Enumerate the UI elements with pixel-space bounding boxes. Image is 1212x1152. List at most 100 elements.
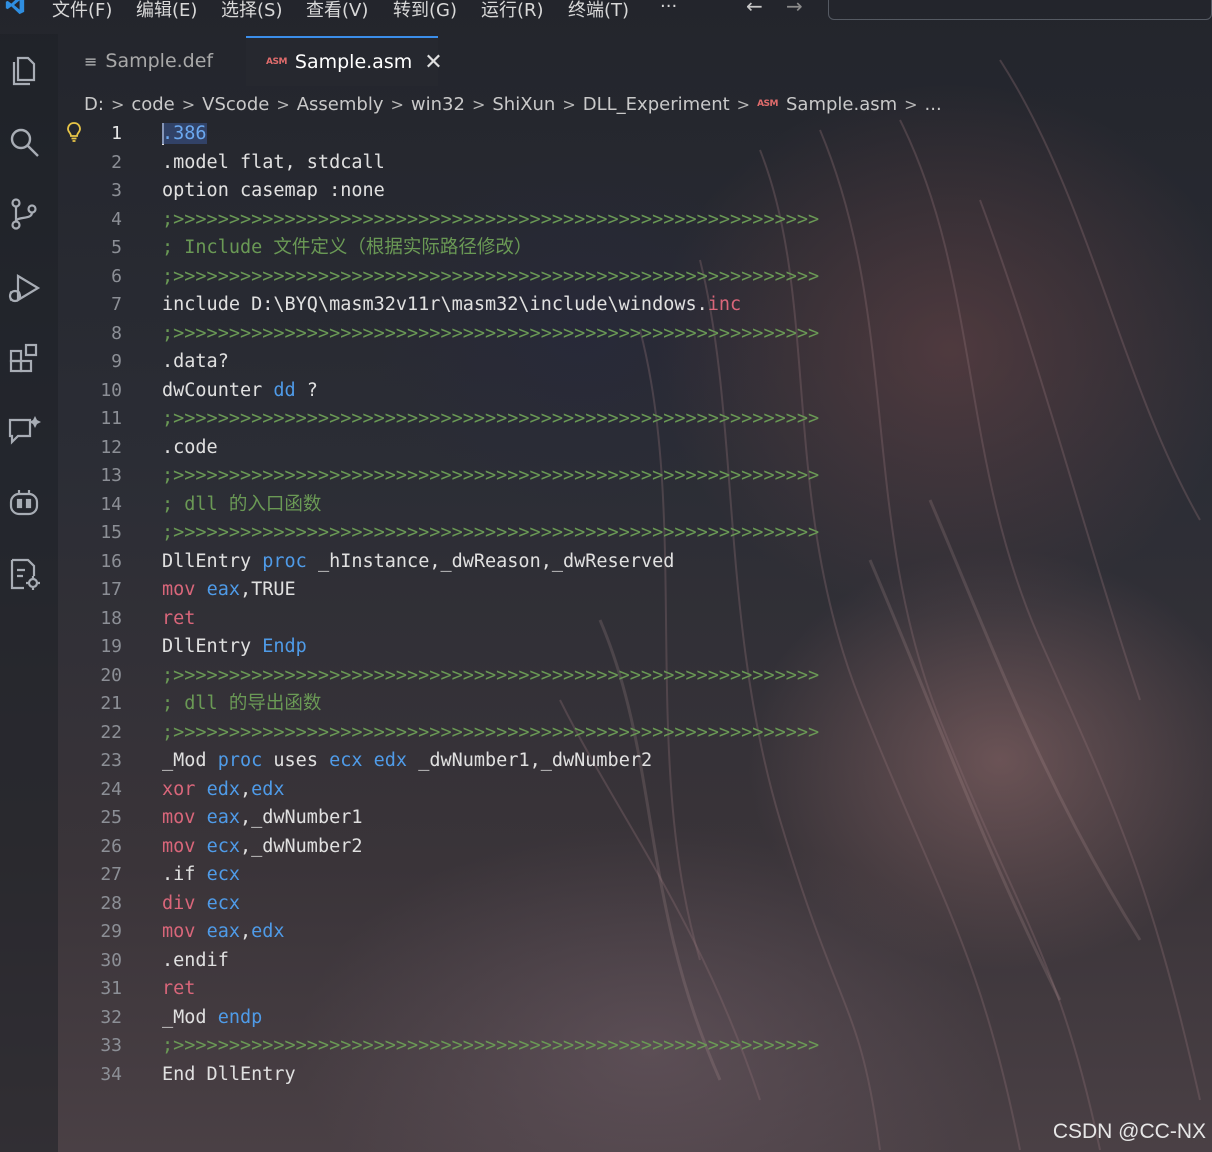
code-line[interactable]: 15 ;>>>>>>>>>>>>>>>>>>>>>>>>>>>>>>>>>>>>>… — [58, 519, 1212, 548]
code-token: DllEntry — [162, 550, 263, 572]
code-line[interactable]: 8 ;>>>>>>>>>>>>>>>>>>>>>>>>>>>>>>>>>>>>>>… — [58, 320, 1212, 349]
line-number: 29 — [100, 921, 122, 942]
menu-edit[interactable]: 编辑(E) — [136, 0, 197, 22]
code-line[interactable]: 33 ;>>>>>>>>>>>>>>>>>>>>>>>>>>>>>>>>>>>>>… — [58, 1032, 1212, 1061]
remote-settings-icon[interactable] — [6, 556, 42, 592]
code-text: .endif — [162, 947, 229, 976]
code-line[interactable]: 34 End DllEntry — [58, 1061, 1212, 1090]
line-number: 24 — [100, 778, 122, 800]
code-token: .386 — [162, 123, 207, 144]
code-line[interactable]: 1 .386 — [58, 120, 1212, 149]
code-line[interactable]: 5 ; Include 文件定义（根据实际路径修改） — [58, 234, 1212, 263]
code-token: ;>>>>>>>>>>>>>>>>>>>>>>>>>>>>>>>>>>>>>>>… — [162, 465, 820, 486]
menu-view[interactable]: 查看(V) — [306, 0, 368, 22]
code-text: DllEntry proc _hInstance,_dwReason,_dwRe… — [162, 548, 674, 577]
back-arrow-icon[interactable]: ← — [746, 0, 763, 18]
code-line[interactable]: 17 mov eax,TRUE — [58, 576, 1212, 605]
menu-more[interactable]: ··· — [660, 0, 677, 17]
code-token: ;>>>>>>>>>>>>>>>>>>>>>>>>>>>>>>>>>>>>>>>… — [162, 265, 820, 287]
breadcrumb-item[interactable]: D: — [84, 94, 104, 115]
code-line[interactable]: 21 ; dll 的导出函数 — [58, 690, 1212, 719]
code-text: ;>>>>>>>>>>>>>>>>>>>>>>>>>>>>>>>>>>>>>>>… — [162, 320, 819, 349]
code-line[interactable]: 23 _Mod proc uses ecx edx _dwNumber1,_dwN… — [58, 747, 1212, 776]
breadcrumb-item[interactable]: code — [131, 94, 174, 115]
command-center-search[interactable] — [828, 0, 1212, 20]
source-control-icon[interactable] — [6, 196, 42, 232]
breadcrumb-item[interactable]: Assembly — [297, 94, 384, 115]
chevron-right-icon: > — [390, 94, 404, 114]
chevron-right-icon: > — [110, 94, 125, 114]
code-line[interactable]: 32 _Mod endp — [58, 1004, 1212, 1033]
code-line[interactable]: 2 .model flat, stdcall — [58, 149, 1212, 178]
menu-terminal[interactable]: 终端(T) — [568, 0, 629, 22]
menu-go[interactable]: 转到(G) — [393, 0, 457, 22]
code-line[interactable]: 9 .data? — [58, 348, 1212, 377]
code-token: ecx — [329, 750, 363, 771]
code-editor[interactable]: 1 .386 2 .model flat, stdcall 3 option casema… — [58, 120, 1212, 1152]
menu-run[interactable]: 运行(R) — [481, 0, 544, 22]
code-line[interactable]: 20 ;>>>>>>>>>>>>>>>>>>>>>>>>>>>>>>>>>>>>>… — [58, 662, 1212, 691]
extensions-icon[interactable] — [6, 340, 42, 376]
chevron-right-icon: > — [181, 94, 196, 114]
line-number: 16 — [100, 550, 122, 572]
code-token: proc — [262, 550, 307, 572]
code-line[interactable]: 30 .endif — [58, 947, 1212, 976]
code-line[interactable]: 29 mov eax,edx — [58, 918, 1212, 947]
code-line[interactable]: 31 ret — [58, 975, 1212, 1004]
code-line[interactable]: 6 ;>>>>>>>>>>>>>>>>>>>>>>>>>>>>>>>>>>>>>>… — [58, 263, 1212, 292]
code-text: ;>>>>>>>>>>>>>>>>>>>>>>>>>>>>>>>>>>>>>>>… — [162, 719, 819, 748]
code-token: _Mod — [162, 750, 218, 771]
code-line[interactable]: 26 mov ecx,_dwNumber2 — [58, 833, 1212, 862]
code-line[interactable]: 4 ;>>>>>>>>>>>>>>>>>>>>>>>>>>>>>>>>>>>>>>… — [58, 206, 1212, 235]
code-text: mov ecx,_dwNumber2 — [162, 833, 363, 862]
line-number: 7 — [111, 294, 122, 315]
breadcrumb-item[interactable]: ... — [925, 94, 942, 115]
breadcrumb-item[interactable]: DLL_Experiment — [583, 94, 730, 115]
chat-icon[interactable] — [6, 412, 42, 448]
breadcrumb-item[interactable]: win32 — [411, 94, 465, 115]
code-token: ret — [162, 607, 196, 629]
breadcrumb-item[interactable]: ShiXun — [492, 94, 555, 115]
line-number: 10 — [100, 379, 122, 401]
close-icon[interactable]: ✕ — [424, 50, 442, 75]
run-debug-icon[interactable] — [6, 270, 42, 306]
code-line[interactable]: 3 option casemap :none — [58, 177, 1212, 206]
search-icon[interactable] — [6, 124, 42, 160]
vscode-logo-icon — [5, 0, 25, 15]
code-line[interactable]: 14 ; dll 的入口函数 — [58, 491, 1212, 520]
copilot-icon[interactable] — [6, 484, 42, 520]
code-line[interactable]: 7 include D:\BYQ\masm32v11r\masm32\includ… — [58, 291, 1212, 320]
code-line[interactable]: 25 mov eax,_dwNumber1 — [58, 804, 1212, 833]
code-line[interactable]: 10 dwCounter dd ? — [58, 377, 1212, 406]
tab-sample-def[interactable]: ≡ Sample.def — [84, 36, 244, 86]
forward-arrow-icon[interactable]: → — [786, 0, 803, 18]
tab-sample-asm[interactable]: ASM Sample.asm ✕ — [246, 36, 443, 86]
code-line[interactable]: 28 div ecx — [58, 890, 1212, 919]
explorer-icon[interactable] — [6, 52, 42, 88]
code-text: option casemap :none — [162, 177, 385, 206]
code-line[interactable]: 16 DllEntry proc _hInstance,_dwReason,_dw… — [58, 548, 1212, 577]
code-text: mov eax,TRUE — [162, 576, 296, 605]
code-line[interactable]: 19 DllEntry Endp — [58, 633, 1212, 662]
code-token: dwCounter — [162, 379, 274, 401]
breadcrumb-item[interactable]: Sample.asm — [786, 94, 897, 115]
line-number: 21 — [100, 693, 122, 714]
code-line[interactable]: 27 .if ecx — [58, 861, 1212, 890]
code-line[interactable]: 24 xor edx,edx — [58, 776, 1212, 805]
code-text: div ecx — [162, 890, 240, 919]
breadcrumb-item[interactable]: VScode — [202, 94, 269, 115]
code-line[interactable]: 13 ;>>>>>>>>>>>>>>>>>>>>>>>>>>>>>>>>>>>>>… — [58, 462, 1212, 491]
line-number: 2 — [111, 151, 122, 173]
code-text: End DllEntry — [162, 1061, 296, 1090]
menu-file[interactable]: 文件(F) — [52, 0, 112, 22]
code-line[interactable]: 18 ret — [58, 605, 1212, 634]
code-line[interactable]: 22 ;>>>>>>>>>>>>>>>>>>>>>>>>>>>>>>>>>>>>>… — [58, 719, 1212, 748]
code-token: ecx — [206, 864, 240, 885]
code-token: ,TRUE — [239, 579, 296, 600]
code-line[interactable]: 11 ;>>>>>>>>>>>>>>>>>>>>>>>>>>>>>>>>>>>>>… — [58, 405, 1212, 434]
code-token: ,_dwNumber2 — [239, 835, 363, 857]
menu-selection[interactable]: 选择(S) — [221, 0, 282, 22]
code-line[interactable]: 12 .code — [58, 434, 1212, 463]
